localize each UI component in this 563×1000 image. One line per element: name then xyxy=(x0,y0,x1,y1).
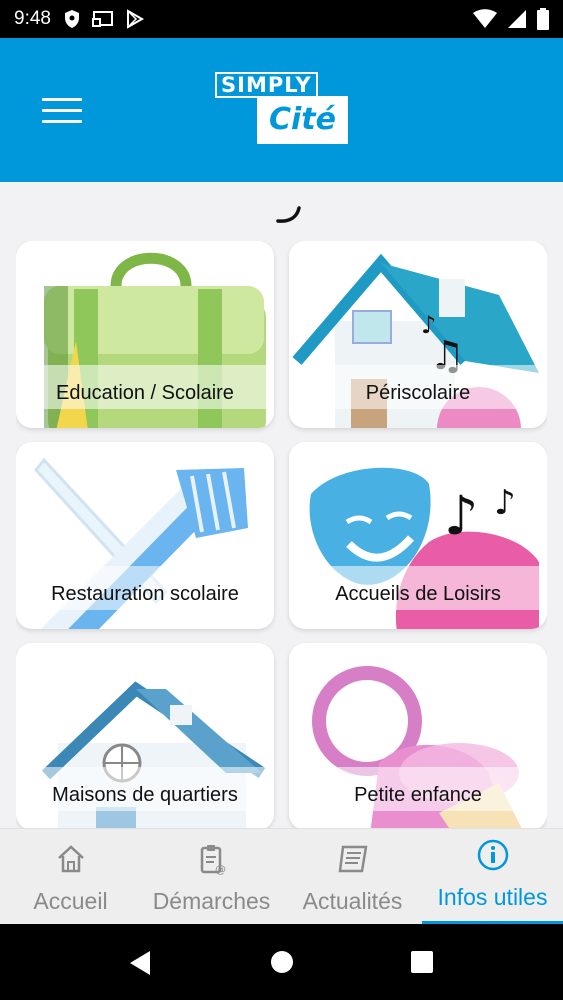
loading-spinner-icon xyxy=(276,206,301,223)
app-header: SIMPLY Cité xyxy=(0,38,563,182)
nav-label: Démarches xyxy=(152,888,271,914)
nav-label: Accueil xyxy=(33,888,108,914)
category-grid: Education / Scolaire ♪ ♫ Périscolaire Re… xyxy=(16,241,547,828)
category-card-periscolaire[interactable]: ♪ ♫ Périscolaire xyxy=(289,241,547,428)
status-icons-left xyxy=(63,9,145,29)
svg-text:@: @ xyxy=(215,863,226,875)
svg-text:♪: ♪ xyxy=(444,484,478,547)
category-label: Education / Scolaire xyxy=(56,382,234,404)
home-icon xyxy=(57,845,84,873)
category-label: Accueils de Loisirs xyxy=(335,583,501,605)
logo-simply-text: SIMPLY xyxy=(215,72,318,98)
category-card-loisirs[interactable]: ♪ ♪ Accueils de Loisirs xyxy=(289,442,547,629)
play-store-icon xyxy=(126,9,144,29)
status-icons-right xyxy=(473,8,549,30)
clipboard-icon: @ xyxy=(200,845,226,875)
cast-icon xyxy=(91,11,113,27)
nav-label: Infos utiles xyxy=(437,884,548,910)
category-card-maisons[interactable]: Maisons de quartiers xyxy=(16,643,274,828)
home-circle-icon[interactable] xyxy=(270,950,294,974)
nav-item-demarches[interactable]: @ Démarches xyxy=(141,829,282,925)
nav-item-infos-utiles[interactable]: Infos utiles xyxy=(422,829,563,925)
category-label: Restauration scolaire xyxy=(51,583,239,605)
category-label: Maisons de quartiers xyxy=(52,784,238,806)
category-card-restauration[interactable]: Restauration scolaire xyxy=(16,442,274,629)
wifi-icon xyxy=(473,9,497,28)
nav-item-accueil[interactable]: Accueil xyxy=(0,829,141,925)
category-card-petite-enfance[interactable]: Petite enfance xyxy=(289,643,547,828)
status-bar: 9:48 xyxy=(0,0,563,38)
bottom-navigation: Accueil @ Démarches Actualités Infos uti… xyxy=(0,828,563,925)
android-navigation-bar xyxy=(0,924,563,1000)
signal-icon xyxy=(508,10,526,28)
svg-text:♪: ♪ xyxy=(494,483,516,523)
category-card-education[interactable]: Education / Scolaire xyxy=(16,241,274,428)
status-time: 9:48 xyxy=(14,8,51,29)
simply-cite-logo: SIMPLY Cité xyxy=(215,72,350,146)
back-icon[interactable] xyxy=(128,950,152,976)
category-label: Petite enfance xyxy=(354,784,482,806)
newspaper-icon xyxy=(338,845,367,873)
hamburger-menu-icon[interactable] xyxy=(42,98,82,124)
shield-icon xyxy=(64,10,79,28)
info-icon xyxy=(477,839,508,871)
recents-icon[interactable] xyxy=(410,950,434,974)
nav-label: Actualités xyxy=(302,888,403,914)
category-label: Périscolaire xyxy=(365,382,471,404)
logo-cite-text: Cité xyxy=(257,96,348,144)
nav-item-actualites[interactable]: Actualités xyxy=(282,829,423,925)
battery-icon xyxy=(537,8,549,30)
